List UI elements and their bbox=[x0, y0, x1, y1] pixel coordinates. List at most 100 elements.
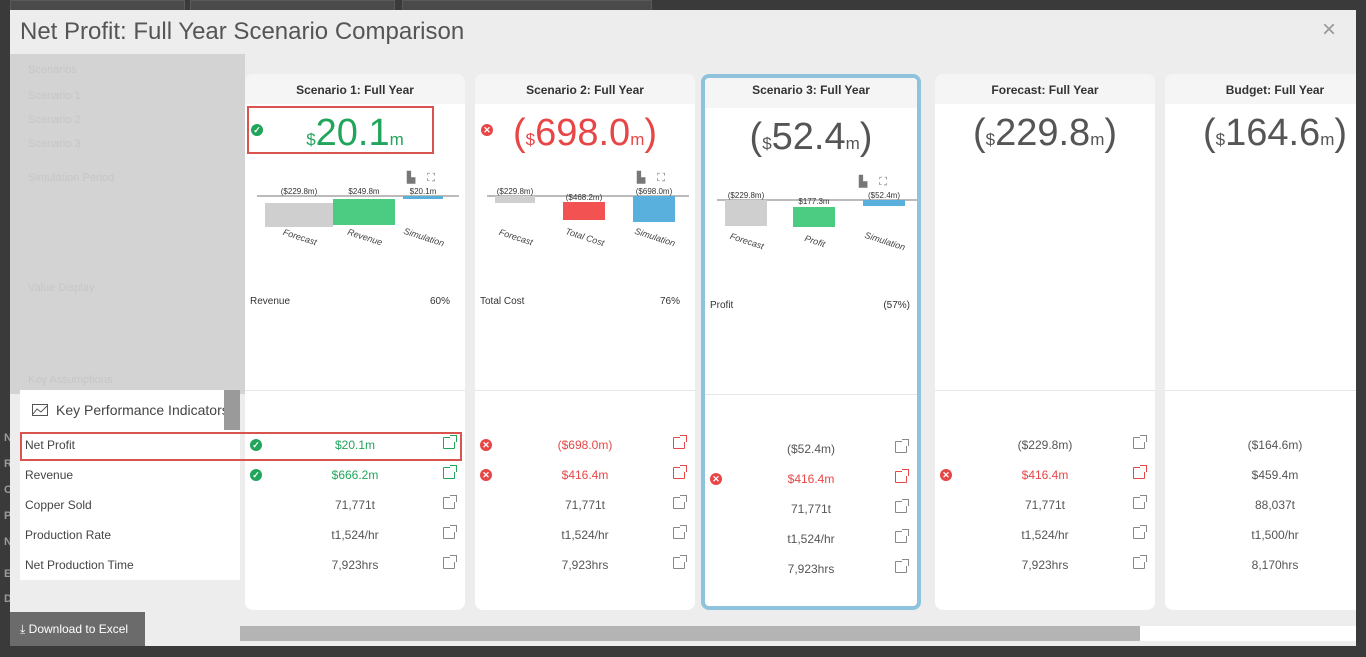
faded-sidebar-item: Scenario 1 bbox=[28, 90, 81, 102]
open-external-icon[interactable] bbox=[1133, 555, 1147, 569]
kpi-cell: 7,923hrs bbox=[245, 550, 465, 580]
bar-value-label: ($698.0m) bbox=[636, 187, 673, 196]
kpi-value: t1,524/hr bbox=[1021, 528, 1069, 542]
currency-symbol: $ bbox=[985, 130, 996, 149]
scenario-card[interactable]: Scenario 1: Full Year $20.1m ✓ ▙⛶ ($229.8m) F… bbox=[245, 74, 465, 610]
open-external-icon[interactable] bbox=[443, 495, 457, 509]
open-external-icon[interactable] bbox=[895, 529, 909, 543]
kpi-label: Production Rate bbox=[25, 528, 112, 542]
kpi-cell: ($164.6m) bbox=[1165, 430, 1356, 460]
open-external-icon[interactable] bbox=[673, 465, 687, 479]
open-external-icon[interactable] bbox=[895, 439, 909, 453]
scenario-card[interactable]: Scenario 2: Full Year ($698.0m) ✕ ▙⛶ ($229.8… bbox=[475, 74, 695, 610]
open-external-icon[interactable] bbox=[895, 499, 909, 513]
open-external-icon[interactable] bbox=[443, 555, 457, 569]
waterfall-bar bbox=[403, 196, 443, 199]
open-external-icon[interactable] bbox=[443, 525, 457, 539]
bar-value-label: ($229.8m) bbox=[281, 187, 318, 196]
value-number: 164.6 bbox=[1225, 112, 1321, 154]
open-external-icon[interactable] bbox=[895, 559, 909, 573]
bar-category-label: Simulation bbox=[633, 226, 676, 248]
metric-row: Total Cost 76% bbox=[480, 296, 680, 307]
kpi-value: 71,771t bbox=[1024, 498, 1066, 512]
kpi-value: 71,771t bbox=[334, 498, 376, 512]
waterfall-bar bbox=[563, 202, 605, 220]
paren-close: ) bbox=[644, 112, 658, 154]
value-number: 52.4 bbox=[771, 116, 846, 158]
horizontal-scroll-thumb[interactable] bbox=[240, 626, 1140, 641]
divider bbox=[1165, 390, 1356, 391]
kpi-value: $416.4m bbox=[787, 472, 835, 486]
scenario-title: Scenario 2: Full Year bbox=[526, 83, 644, 97]
open-external-icon[interactable] bbox=[673, 555, 687, 569]
open-external-icon[interactable] bbox=[673, 495, 687, 509]
bar-category-label: Revenue bbox=[346, 227, 383, 248]
kpi-value: 88,037t bbox=[1254, 498, 1296, 512]
kpi-value: ($698.0m) bbox=[557, 438, 613, 452]
bar-category-label: Simulation bbox=[863, 230, 906, 252]
open-external-icon[interactable] bbox=[673, 435, 687, 449]
metric-percent: 76% bbox=[659, 296, 680, 307]
big-value: ($698.0m) bbox=[475, 112, 695, 155]
kpi-cell: ✕ $416.4m bbox=[475, 460, 695, 490]
open-external-icon[interactable] bbox=[443, 465, 457, 479]
kpi-header: Key Performance Indicators bbox=[20, 390, 240, 430]
waterfall-bar bbox=[633, 196, 675, 222]
bar-value-label: ($468.2m) bbox=[566, 193, 603, 202]
scenario-card[interactable]: Budget: Full Year ($164.6m) ($164.6m) $459.… bbox=[1165, 74, 1356, 610]
kpi-cell: t1,524/hr bbox=[705, 524, 917, 554]
download-label: Download to Excel bbox=[28, 622, 129, 636]
kpi-value: 7,923hrs bbox=[1021, 558, 1069, 572]
scenario-title: Forecast: Full Year bbox=[991, 83, 1099, 97]
kpi-value: $416.4m bbox=[561, 468, 609, 482]
scenario-card[interactable]: Scenario 3: Full Year ($52.4m) ▙⛶ ($229.8m)… bbox=[701, 74, 921, 610]
bar-value-label: ($229.8m) bbox=[497, 187, 534, 196]
scenario-card[interactable]: Forecast: Full Year ($229.8m) ($229.8m) ✕ $4… bbox=[935, 74, 1155, 610]
bar-category-label: Forecast bbox=[498, 227, 535, 247]
kpi-value: 71,771t bbox=[564, 498, 606, 512]
waterfall-bar bbox=[265, 203, 333, 227]
kpi-value: ($229.8m) bbox=[1017, 438, 1073, 452]
download-icon: ⤓ bbox=[20, 622, 26, 636]
kpi-cell: $459.4m bbox=[1165, 460, 1356, 490]
kpi-cell: 88,037t bbox=[1165, 490, 1356, 520]
kpi-value: ($52.4m) bbox=[786, 442, 836, 456]
faded-sidebar-item: Scenario 3 bbox=[28, 138, 81, 150]
open-external-icon[interactable] bbox=[895, 469, 909, 483]
bar-value-label: $20.1m bbox=[410, 187, 437, 196]
scenario-title: Budget: Full Year bbox=[1225, 83, 1325, 97]
open-external-icon[interactable] bbox=[1133, 495, 1147, 509]
waterfall-chart: ($229.8m) Forecast $177.3m Profit ($52.4m) Si… bbox=[717, 191, 917, 252]
kpi-value-column: ($164.6m) $459.4m 88,037t t1,500/hr 8,170hrs bbox=[1165, 430, 1356, 580]
close-button[interactable]: × bbox=[1322, 16, 1336, 44]
unit-suffix: m bbox=[630, 130, 645, 149]
download-excel-button[interactable]: ⤓ Download to Excel bbox=[10, 612, 145, 646]
kpi-header-label: Key Performance Indicators bbox=[56, 402, 229, 418]
open-external-icon[interactable] bbox=[1133, 435, 1147, 449]
kpi-cell: 71,771t bbox=[245, 490, 465, 520]
kpi-value: $459.4m bbox=[1251, 468, 1299, 482]
open-external-icon[interactable] bbox=[1133, 525, 1147, 539]
kpi-cell: 7,923hrs bbox=[935, 550, 1155, 580]
open-external-icon[interactable] bbox=[1133, 465, 1147, 479]
kpi-cell: 8,170hrs bbox=[1165, 550, 1356, 580]
kpi-value: t1,524/hr bbox=[331, 528, 379, 542]
kpi-scrollbar[interactable] bbox=[224, 390, 240, 430]
open-external-icon[interactable] bbox=[673, 525, 687, 539]
kpi-cell: ✕ ($698.0m) bbox=[475, 430, 695, 460]
currency-symbol: $ bbox=[762, 134, 772, 153]
scenario-title: Scenario 1: Full Year bbox=[296, 83, 414, 97]
modal-title: Net Profit: Full Year Scenario Compariso… bbox=[20, 18, 465, 45]
paren-close: ) bbox=[859, 116, 873, 158]
faded-sidebar-item: Scenarios bbox=[28, 64, 77, 76]
kpi-value-column: ✕ ($698.0m) ✕ $416.4m 71,771t t1,524/hr 7,923h… bbox=[475, 430, 695, 580]
bar-category-label: Profit bbox=[803, 233, 827, 249]
kpi-cell: t1,524/hr bbox=[475, 520, 695, 550]
kpi-value: 8,170hrs bbox=[1251, 558, 1299, 572]
highlight-box bbox=[20, 432, 462, 461]
waterfall-chart: ($229.8m) Forecast ($468.2m) Total Cost ($69… bbox=[487, 187, 689, 248]
kpi-cell: 71,771t bbox=[705, 494, 917, 524]
kpi-cell: t1,524/hr bbox=[935, 520, 1155, 550]
paren-open: ( bbox=[749, 116, 763, 158]
kpi-value-column: ($52.4m) ✕ $416.4m 71,771t t1,524/hr 7,923hrs bbox=[705, 434, 917, 584]
